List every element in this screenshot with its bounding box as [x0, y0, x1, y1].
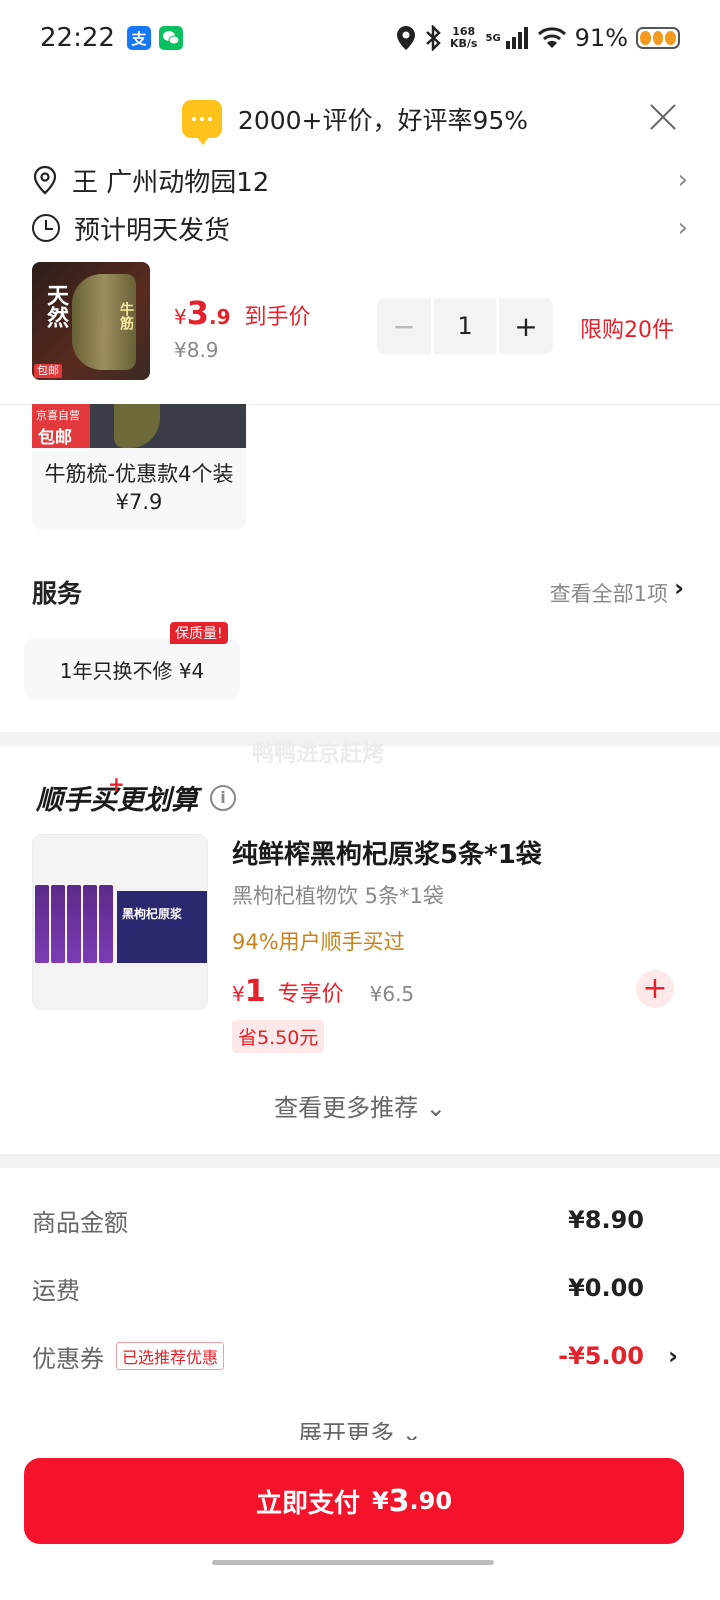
location-icon: [397, 26, 415, 50]
goods-amount: ¥8.90: [568, 1206, 644, 1234]
battery-icon: [636, 27, 680, 49]
shipping-row: 运费 ¥0.00: [32, 1274, 644, 1305]
coupon-tag: 已选推荐优惠: [116, 1342, 225, 1370]
chevron-right-icon: ›: [677, 213, 688, 243]
info-icon[interactable]: i: [210, 784, 236, 811]
coupon-amount: -¥5.00: [558, 1342, 644, 1370]
product-summary: 天然 牛筋 包邮 ¥ 3 .9 到手价 ¥8.9 − 1 + 限购20件: [32, 262, 688, 382]
quantity-value[interactable]: 1: [434, 298, 496, 354]
status-bar: 22:22 支 168 KB/s 5G 91%: [0, 0, 720, 76]
alipay-icon: 支: [126, 26, 151, 50]
goods-amount-row: 商品金额 ¥8.90: [32, 1206, 644, 1237]
addon-save-badge: 省5.50元: [232, 1020, 325, 1053]
status-icons: 168 KB/s 5G 91%: [396, 24, 680, 52]
status-time: 22:22: [40, 23, 115, 53]
variant-option[interactable]: 京喜自营 包邮 牛筋梳-优惠款4个装 ¥7.9: [32, 404, 246, 530]
wechat-icon: [158, 26, 183, 50]
service-option[interactable]: 1年只换不修 ¥4: [24, 638, 240, 700]
location-pin-icon: [33, 165, 57, 195]
message-bubble-icon: [181, 100, 222, 145]
clock-icon: [32, 214, 60, 242]
chevron-right-icon: ›: [677, 165, 688, 195]
free-shipping-tag: 包邮: [34, 364, 62, 378]
wifi-icon: [537, 27, 566, 48]
variant-image: 京喜自营 包邮: [32, 404, 246, 448]
rating-text: 2000+评价，好评率95%: [237, 106, 529, 135]
final-price: ¥ 3 .9 到手价: [174, 294, 311, 332]
delivery-text: 预计明天发货: [74, 215, 231, 246]
battery-percent: 91%: [574, 24, 628, 52]
close-icon[interactable]: [648, 102, 678, 132]
pay-now-button[interactable]: 立即支付 ¥ 3 .90: [24, 1458, 684, 1544]
network-type: 5G: [485, 32, 501, 44]
addon-product-image[interactable]: 黑枸杞原浆: [32, 834, 208, 1010]
add-addon-button[interactable]: +: [636, 970, 674, 1008]
delivery-row[interactable]: 预计明天发货 ›: [32, 208, 688, 248]
chevron-right-icon[interactable]: ›: [668, 1342, 678, 1370]
addon-price: ¥ 1 专享价 ¥6.5: [232, 974, 415, 1009]
watermark: 鸭鸭进京赶烤: [252, 742, 385, 767]
see-more-recommendations[interactable]: 查看更多推荐 ⌄: [0, 1088, 720, 1123]
services-title: 服务: [32, 579, 83, 608]
service-badge: 保质量!: [170, 622, 228, 644]
decrease-button[interactable]: −: [377, 298, 431, 354]
address-text: 王 广州动物园12: [72, 167, 270, 198]
product-thumbnail[interactable]: 天然 牛筋 包邮: [32, 262, 150, 380]
coupon-row[interactable]: 优惠券 已选推荐优惠 -¥5.00: [32, 1336, 644, 1376]
addon-product-name[interactable]: 纯鲜榨黑枸杞原浆5条*1袋: [232, 834, 542, 871]
plus-mark-icon: +: [108, 772, 125, 796]
increase-button[interactable]: +: [499, 298, 553, 354]
rating-banner: 2000+评价，好评率95%: [0, 96, 720, 145]
original-price: ¥8.9: [174, 338, 219, 362]
addon-original-price: ¥6.5: [369, 982, 415, 1006]
variant-name: 牛筋梳-优惠款4个装 ¥7.9: [44, 462, 234, 514]
address-row[interactable]: 王 广州动物园12 ›: [32, 160, 688, 200]
home-indicator[interactable]: [212, 1560, 494, 1565]
bluetooth-icon: [426, 25, 441, 51]
addon-bought-rate: 94%用户顺手买过: [232, 930, 405, 954]
addon-product-spec: 黑枸杞植物饮 5条*1袋: [232, 884, 444, 908]
shipping-amount: ¥0.00: [568, 1274, 644, 1302]
quantity-stepper: − 1 +: [377, 298, 553, 354]
purchase-limit: 限购20件: [580, 318, 674, 343]
net-speed: 168 KB/s: [450, 25, 478, 50]
signal-icon: [505, 27, 528, 49]
chevron-right-icon[interactable]: ›: [674, 574, 684, 602]
section-divider: [0, 1154, 720, 1168]
services-see-all[interactable]: 查看全部1项: [550, 578, 668, 608]
addon-section-title: 顺手买更划算 + i: [36, 772, 236, 817]
